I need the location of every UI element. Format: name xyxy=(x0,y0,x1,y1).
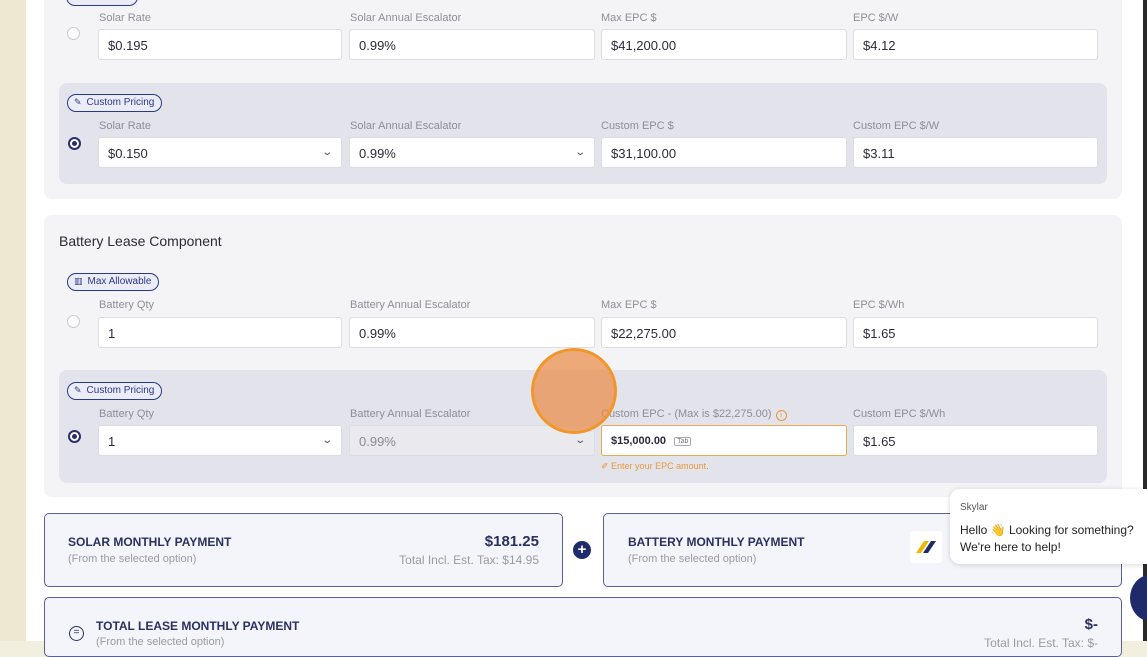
chat-message: Hello 👋 Looking for something? We're her… xyxy=(960,523,1134,554)
sparkle-icon: ✐ xyxy=(601,461,612,471)
chevron-down-icon: ⌄ xyxy=(573,435,586,446)
solar-rate-select[interactable]: $0.150 ⌄ xyxy=(98,137,342,168)
custom-epc-max-label: Custom EPC - (Max is $22,275.00) i xyxy=(601,408,787,421)
battery-max-epc-field[interactable]: $22,275.00 xyxy=(601,317,847,348)
battery-escalator-label: Battery Annual Escalator xyxy=(350,408,471,420)
battery-payment-title: BATTERY MONTHLY PAYMENT xyxy=(628,535,805,549)
battery-qty-label: Battery Qty xyxy=(99,408,155,420)
total-lease-monthly-payment-card: = TOTAL LEASE MONTHLY PAYMENT (From the … xyxy=(44,597,1122,657)
left-background-strip xyxy=(0,0,26,641)
battery-max-epc-label: Max EPC $ xyxy=(601,299,657,311)
custom-epc-label: Custom EPC $ xyxy=(601,120,674,132)
solar-lease-card: Solar Rate Solar Annual Escalator Max EP… xyxy=(44,0,1122,199)
epc-per-watt-label: EPC $/W xyxy=(853,12,899,24)
total-payment-amount: $- xyxy=(1084,616,1098,633)
pencil-icon: ✎ xyxy=(74,97,82,107)
click-indicator xyxy=(531,348,617,434)
tab-key-hint: Tab xyxy=(674,437,692,446)
battery-qty-select[interactable]: 1 ⌄ xyxy=(98,425,342,456)
epc-per-wh-label: EPC $/Wh xyxy=(853,299,905,311)
custom-epc-field[interactable]: $31,100.00 xyxy=(601,137,847,168)
custom-pricing-badge: ✎ Custom Pricing xyxy=(67,382,163,400)
max-allowable-badge-partial xyxy=(66,0,138,6)
solar-escalator-select[interactable]: 0.99% ⌄ xyxy=(349,137,595,168)
plus-icon: + xyxy=(573,541,591,559)
total-payment-tax: Total Incl. Est. Tax: $- xyxy=(984,636,1098,650)
epc-helper-text: ✐ Enter your EPC amount. xyxy=(601,461,709,471)
chevron-down-icon: ⌄ xyxy=(573,147,586,158)
battery-escalator-field[interactable]: 0.99% xyxy=(349,317,595,348)
battery-qty-field[interactable]: 1 xyxy=(98,317,342,348)
epc-per-wh-field[interactable]: $1.65 xyxy=(853,317,1098,348)
max-epc-label: Max EPC $ xyxy=(601,12,657,24)
max-epc-field[interactable]: $41,200.00 xyxy=(601,29,847,60)
solar-payment-amount: $181.25 xyxy=(484,533,539,550)
solar-monthly-payment-card: SOLAR MONTHLY PAYMENT (From the selected… xyxy=(44,513,563,587)
pencil-icon: ✎ xyxy=(74,385,82,395)
custom-epc-per-watt-label: Custom EPC $/W xyxy=(853,120,940,132)
chat-logo-icon xyxy=(910,531,942,563)
total-payment-subtitle: (From the selected option) xyxy=(96,636,225,648)
solar-rate-label: Solar Rate xyxy=(99,12,151,24)
epc-per-watt-field[interactable]: $4.12 xyxy=(853,29,1098,60)
solar-rate-field[interactable]: $0.195 xyxy=(98,29,342,60)
custom-pricing-badge: ✎ Custom Pricing xyxy=(67,94,163,112)
custom-epc-per-watt-field[interactable]: $3.11 xyxy=(853,137,1098,168)
solar-payment-tax: Total Incl. Est. Tax: $14.95 xyxy=(399,553,539,567)
battery-escalator-label: Battery Annual Escalator xyxy=(350,299,471,311)
solar-escalator-label: Solar Annual Escalator xyxy=(350,120,462,132)
solar-escalator-label: Solar Annual Escalator xyxy=(350,12,462,24)
battery-qty-label: Battery Qty xyxy=(99,299,155,311)
solar-payment-title: SOLAR MONTHLY PAYMENT xyxy=(68,535,232,549)
chevron-down-icon: ⌄ xyxy=(320,147,333,158)
solar-custom-option[interactable]: ✎ Custom Pricing Solar Rate Solar Annual … xyxy=(59,83,1107,184)
chat-agent-name: Skylar xyxy=(960,502,988,513)
solar-payment-subtitle: (From the selected option) xyxy=(68,553,197,565)
solar-custom-radio[interactable] xyxy=(68,137,81,150)
custom-epc-input[interactable]: $15,000.00 Tab xyxy=(601,425,847,456)
total-payment-title: TOTAL LEASE MONTHLY PAYMENT xyxy=(96,619,300,633)
solar-max-radio[interactable] xyxy=(67,27,80,40)
info-icon[interactable]: i xyxy=(775,410,787,421)
battery-section-title: Battery Lease Component xyxy=(59,233,222,249)
battery-payment-subtitle: (From the selected option) xyxy=(628,553,757,565)
custom-epc-per-wh-label: Custom EPC $/Wh xyxy=(853,408,946,420)
battery-custom-radio[interactable] xyxy=(68,430,81,443)
max-allowable-badge: ▥ Max Allowable xyxy=(67,273,160,291)
custom-epc-per-wh-field[interactable]: $1.65 xyxy=(853,425,1098,456)
chevron-down-icon: ⌄ xyxy=(320,435,333,446)
chart-icon: ▥ xyxy=(74,276,83,286)
chat-popup[interactable]: Skylar Hello 👋 Looking for something? We… xyxy=(950,489,1147,564)
solar-rate-label: Solar Rate xyxy=(99,120,151,132)
battery-max-radio[interactable] xyxy=(67,315,80,328)
solar-escalator-field[interactable]: 0.99% xyxy=(349,29,595,60)
equals-icon: = xyxy=(69,626,84,641)
